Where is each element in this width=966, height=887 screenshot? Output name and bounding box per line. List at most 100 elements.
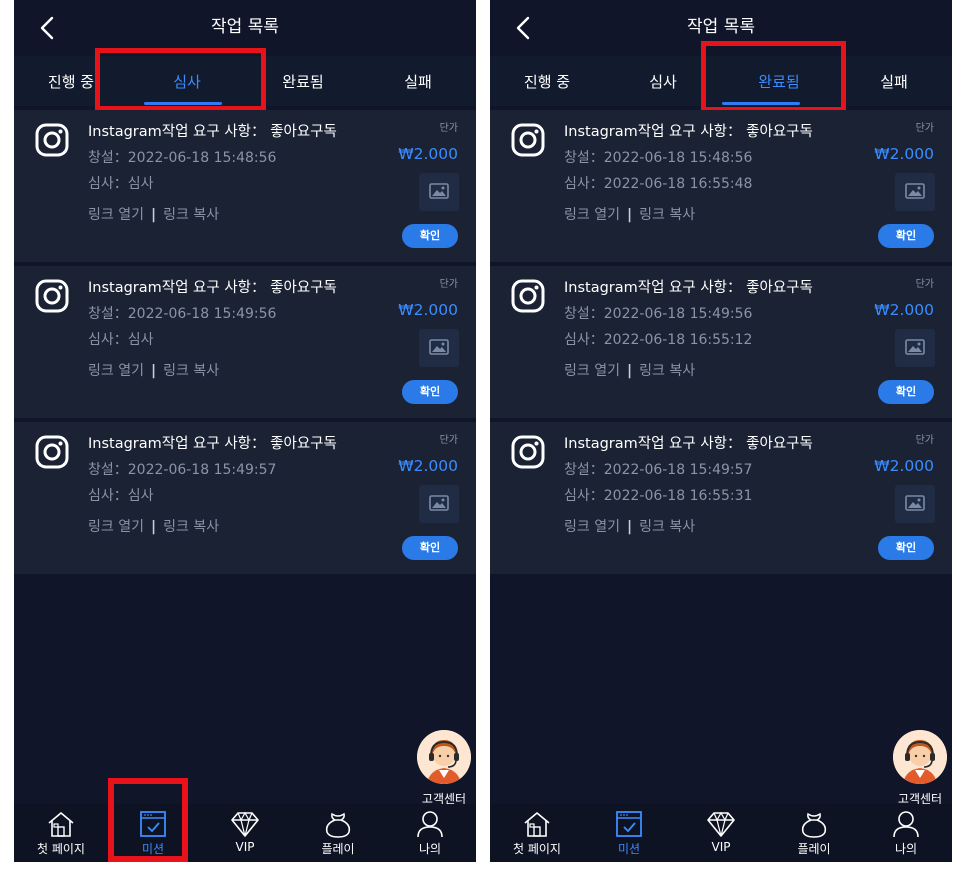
nav-home-label: 첫 페이지: [37, 842, 85, 856]
task-links: 링크 열기 | 링크 복사: [564, 360, 695, 380]
task-created: 창설：2022-06-18 15:49:57: [88, 462, 277, 478]
unit-price-label: 단가: [439, 279, 458, 290]
confirm-button[interactable]: 확인: [402, 380, 458, 404]
image-placeholder[interactable]: [419, 173, 459, 211]
image-placeholder[interactable]: [895, 173, 935, 211]
copy-link[interactable]: 링크 복사: [163, 207, 219, 223]
task-price: ₩2.000: [874, 457, 934, 475]
instagram-icon: [511, 279, 545, 313]
instagram-icon: [35, 435, 69, 469]
confirm-button[interactable]: 확인: [402, 536, 458, 560]
open-link[interactable]: 링크 열기: [88, 207, 144, 223]
task-title: Instagram작업 요구 사항： 좋아요구독: [88, 280, 337, 296]
image-placeholder[interactable]: [895, 485, 935, 523]
task-price: ₩2.000: [874, 301, 934, 319]
nav-mission[interactable]: 미션: [583, 804, 675, 857]
nav-play[interactable]: 플레이: [292, 804, 384, 857]
tab-in-progress[interactable]: 진행 중: [502, 71, 592, 92]
diamond-icon: [231, 811, 259, 837]
tab-failed[interactable]: 실패: [849, 71, 939, 92]
tab-completed[interactable]: 완료됨: [734, 71, 824, 92]
unit-price-label: 단가: [439, 123, 458, 134]
tab-review[interactable]: 심사: [618, 71, 708, 92]
nav-mission-label: 미션: [617, 842, 641, 856]
active-tab-underline: [722, 102, 800, 105]
link-separator: |: [626, 207, 633, 223]
task-card: Instagram작업 요구 사항： 좋아요구독 창설：2022-06-18 1…: [490, 110, 952, 262]
image-placeholder[interactable]: [895, 329, 935, 367]
nav-home-label: 첫 페이지: [513, 842, 561, 856]
user-icon: [417, 811, 443, 838]
task-card: Instagram작업 요구 사항： 좋아요구독 창설：2022-06-18 1…: [14, 110, 476, 262]
tab-in-progress[interactable]: 진행 중: [26, 71, 116, 92]
instagram-icon: [35, 123, 69, 157]
open-link[interactable]: 링크 열기: [564, 519, 620, 535]
customer-service[interactable]: 고객센터: [416, 730, 472, 807]
pouch-icon: [325, 812, 351, 838]
task-review: 심사：심사: [88, 176, 154, 192]
task-created: 창설：2022-06-18 15:49:57: [564, 462, 753, 478]
task-links: 링크 열기 | 링크 복사: [564, 204, 695, 224]
support-agent-avatar-icon[interactable]: [893, 730, 947, 784]
open-link[interactable]: 링크 열기: [88, 519, 144, 535]
unit-price-label: 단가: [915, 279, 934, 290]
instagram-icon: [511, 123, 545, 157]
link-separator: |: [150, 207, 157, 223]
image-icon: [905, 339, 925, 355]
task-price: ₩2.000: [874, 145, 934, 163]
copy-link[interactable]: 링크 복사: [163, 363, 219, 379]
nav-my[interactable]: 나의: [384, 804, 476, 857]
nav-my-label: 나의: [894, 842, 918, 856]
task-price: ₩2.000: [398, 145, 458, 163]
link-separator: |: [626, 519, 633, 535]
instagram-icon: [35, 279, 69, 313]
link-separator: |: [150, 363, 157, 379]
task-card: Instagram작업 요구 사항： 좋아요구독 창설：2022-06-18 1…: [14, 422, 476, 574]
task-price: ₩2.000: [398, 301, 458, 319]
copy-link[interactable]: 링크 복사: [163, 519, 219, 535]
nav-play[interactable]: 플레이: [768, 804, 860, 857]
nav-play-label: 플레이: [321, 842, 355, 856]
confirm-button[interactable]: 확인: [402, 224, 458, 248]
copy-link[interactable]: 링크 복사: [639, 363, 695, 379]
unit-price-label: 단가: [439, 435, 458, 446]
task-title: Instagram작업 요구 사항： 좋아요구독: [564, 436, 813, 452]
pouch-icon: [801, 812, 827, 838]
customer-service[interactable]: 고객센터: [892, 730, 948, 807]
nav-vip[interactable]: VIP: [199, 804, 291, 854]
phone-screen-right: 작업 목록 진행 중 심사 완료됨 실패 Instagram작업 요구 사항： …: [490, 0, 952, 862]
image-placeholder[interactable]: [419, 485, 459, 523]
nav-mission[interactable]: 미션: [107, 804, 199, 857]
task-links: 링크 열기 | 링크 복사: [564, 516, 695, 536]
bottom-navigation: 첫 페이지 미션 VIP 플레이 나의: [14, 804, 476, 862]
copy-link[interactable]: 링크 복사: [639, 207, 695, 223]
image-placeholder[interactable]: [419, 329, 459, 367]
task-created: 창설：2022-06-18 15:48:56: [564, 150, 753, 166]
tab-review[interactable]: 심사: [142, 71, 232, 92]
nav-home[interactable]: 첫 페이지: [15, 804, 107, 857]
tab-failed[interactable]: 실패: [373, 71, 463, 92]
open-link[interactable]: 링크 열기: [564, 207, 620, 223]
nav-vip[interactable]: VIP: [675, 804, 767, 854]
mission-icon: [140, 811, 166, 837]
header: 작업 목록: [14, 0, 476, 56]
active-tab-underline: [144, 102, 222, 105]
tab-completed[interactable]: 완료됨: [258, 71, 348, 92]
support-agent-avatar-icon[interactable]: [417, 730, 471, 784]
task-review: 심사：심사: [88, 332, 154, 348]
confirm-button[interactable]: 확인: [878, 536, 934, 560]
image-icon: [905, 183, 925, 199]
nav-home[interactable]: 첫 페이지: [491, 804, 583, 857]
task-created: 창설：2022-06-18 15:49:56: [564, 306, 753, 322]
task-links: 링크 열기 | 링크 복사: [88, 516, 219, 536]
nav-my[interactable]: 나의: [860, 804, 952, 857]
task-links: 링크 열기 | 링크 복사: [88, 204, 219, 224]
link-separator: |: [626, 363, 633, 379]
open-link[interactable]: 링크 열기: [88, 363, 144, 379]
task-review: 심사：2022-06-18 16:55:31: [564, 488, 753, 504]
confirm-button[interactable]: 확인: [878, 224, 934, 248]
confirm-button[interactable]: 확인: [878, 380, 934, 404]
open-link[interactable]: 링크 열기: [564, 363, 620, 379]
link-separator: |: [150, 519, 157, 535]
copy-link[interactable]: 링크 복사: [639, 519, 695, 535]
